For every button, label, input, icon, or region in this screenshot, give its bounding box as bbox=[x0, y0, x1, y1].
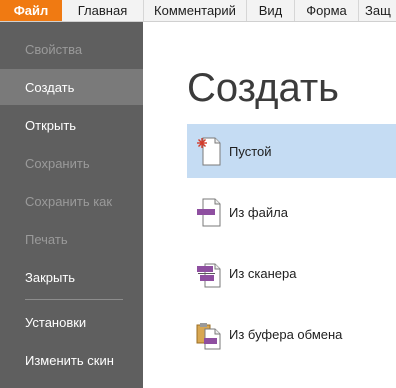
create-panel: Создать Пустой Из файла Из сканера Из бу… bbox=[143, 22, 396, 388]
tab-home[interactable]: Главная bbox=[62, 0, 144, 21]
menu-item-save-as[interactable]: Сохранить как bbox=[0, 183, 143, 219]
menu-item-properties[interactable]: Свойства bbox=[0, 31, 143, 67]
ribbon-tab-bar: Файл Главная Комментарий Вид Форма Защ bbox=[0, 0, 396, 22]
tab-form[interactable]: Форма bbox=[295, 0, 359, 21]
option-from-file-label: Из файла bbox=[229, 204, 288, 220]
option-from-clipboard-label: Из буфера обмена bbox=[229, 326, 343, 342]
menu-item-settings[interactable]: Установки bbox=[0, 304, 143, 340]
from-file-icon bbox=[195, 195, 223, 229]
backstage-sidebar: Свойства Создать Открыть Сохранить Сохра… bbox=[0, 22, 143, 388]
menu-item-change-skin[interactable]: Изменить скин bbox=[0, 342, 143, 378]
tab-file[interactable]: Файл bbox=[0, 0, 62, 21]
menu-item-create[interactable]: Создать bbox=[0, 69, 143, 105]
option-blank-label: Пустой bbox=[229, 143, 272, 159]
scanner-icon bbox=[195, 256, 223, 290]
menu-item-open[interactable]: Открыть bbox=[0, 107, 143, 143]
option-from-scanner-label: Из сканера bbox=[229, 265, 297, 281]
tab-view[interactable]: Вид bbox=[247, 0, 295, 21]
option-from-file[interactable]: Из файла bbox=[187, 185, 396, 239]
sidebar-divider bbox=[25, 299, 123, 300]
option-from-scanner[interactable]: Из сканера bbox=[187, 246, 396, 300]
page-title: Создать bbox=[187, 66, 340, 110]
menu-item-save[interactable]: Сохранить bbox=[0, 145, 143, 181]
menu-item-close[interactable]: Закрыть bbox=[0, 259, 143, 295]
tab-protect[interactable]: Защ bbox=[359, 0, 396, 21]
blank-document-icon bbox=[195, 134, 223, 168]
option-from-clipboard[interactable]: Из буфера обмена bbox=[187, 307, 396, 361]
menu-item-print[interactable]: Печать bbox=[0, 221, 143, 257]
clipboard-icon bbox=[195, 317, 223, 351]
tab-comment[interactable]: Комментарий bbox=[144, 0, 247, 21]
option-blank[interactable]: Пустой bbox=[187, 124, 396, 178]
